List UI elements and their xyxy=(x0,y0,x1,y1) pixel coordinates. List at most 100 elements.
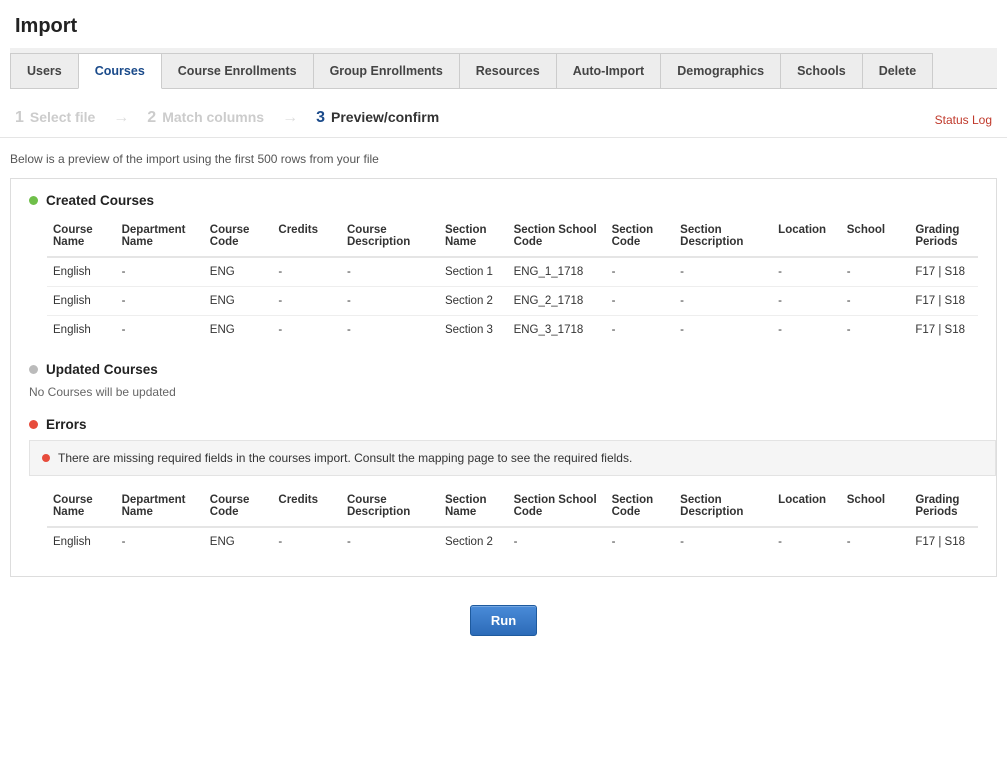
table-cell: - xyxy=(116,257,204,287)
table-cell: - xyxy=(606,527,675,556)
col-header: Credits xyxy=(272,216,341,257)
created-thead: Course NameDepartment NameCourse CodeCre… xyxy=(47,216,978,257)
table-cell: F17 | S18 xyxy=(909,287,978,316)
tab-demographics[interactable]: Demographics xyxy=(660,53,781,88)
col-header: Section School Code xyxy=(508,216,606,257)
errors-thead: Course NameDepartment NameCourse CodeCre… xyxy=(47,486,978,527)
col-header: Section Code xyxy=(606,486,675,527)
status-log-link[interactable]: Status Log xyxy=(935,113,992,127)
col-header: Department Name xyxy=(116,486,204,527)
table-cell: Section 1 xyxy=(439,257,508,287)
errors-table: Course NameDepartment NameCourse CodeCre… xyxy=(47,486,978,556)
col-header: Course Name xyxy=(47,486,116,527)
table-row: English-ENG--Section 2-----F17 | S18 xyxy=(47,527,978,556)
col-header: Course Code xyxy=(204,216,273,257)
table-cell: - xyxy=(116,287,204,316)
tab-courses[interactable]: Courses xyxy=(78,53,162,89)
preview-panel: Created Courses Course NameDepartment Na… xyxy=(10,178,997,577)
table-cell: ENG_2_1718 xyxy=(508,287,606,316)
col-header: Course Description xyxy=(341,486,439,527)
alert-dot-icon xyxy=(42,454,50,462)
table-cell: ENG_3_1718 xyxy=(508,316,606,345)
table-row: English-ENG--Section 2ENG_2_1718----F17 … xyxy=(47,287,978,316)
step-number: 3 xyxy=(316,109,325,127)
arrow-icon: → xyxy=(282,109,298,127)
col-header: Course Name xyxy=(47,216,116,257)
table-cell: - xyxy=(841,527,910,556)
tab-users[interactable]: Users xyxy=(10,53,79,88)
col-header: Credits xyxy=(272,486,341,527)
alert-text: There are missing required fields in the… xyxy=(58,451,632,465)
table-cell: ENG xyxy=(204,287,273,316)
table-cell: - xyxy=(341,316,439,345)
table-cell: ENG xyxy=(204,257,273,287)
table-cell: - xyxy=(772,527,841,556)
tab-course-enrollments[interactable]: Course Enrollments xyxy=(161,53,314,88)
errors-alert: There are missing required fields in the… xyxy=(29,440,996,476)
table-cell: - xyxy=(508,527,606,556)
col-header: Location xyxy=(772,486,841,527)
wizard-steps: 1Select file→2Match columns→3Preview/con… xyxy=(0,89,1007,138)
col-header: School xyxy=(841,486,910,527)
status-dot-errors xyxy=(29,420,38,429)
preview-subtext: Below is a preview of the import using t… xyxy=(0,138,1007,178)
step-label: Match columns xyxy=(162,109,264,125)
tab-auto-import[interactable]: Auto-Import xyxy=(556,53,662,88)
wizard-step-3: 3Preview/confirm xyxy=(316,109,439,127)
status-dot-created xyxy=(29,196,38,205)
table-cell: Section 3 xyxy=(439,316,508,345)
table-cell: - xyxy=(341,287,439,316)
col-header: Grading Periods xyxy=(909,216,978,257)
col-header: Department Name xyxy=(116,216,204,257)
table-cell: - xyxy=(606,257,675,287)
table-cell: - xyxy=(772,257,841,287)
step-number: 1 xyxy=(15,109,24,127)
table-cell: - xyxy=(841,287,910,316)
table-cell: - xyxy=(674,257,772,287)
table-cell: English xyxy=(47,316,116,345)
col-header: Course Code xyxy=(204,486,273,527)
table-cell: - xyxy=(674,316,772,345)
col-header: Section Description xyxy=(674,486,772,527)
col-header: Section Code xyxy=(606,216,675,257)
run-button[interactable]: Run xyxy=(470,605,537,636)
table-row: English-ENG--Section 3ENG_3_1718----F17 … xyxy=(47,316,978,345)
table-row: English-ENG--Section 1ENG_1_1718----F17 … xyxy=(47,257,978,287)
col-header: Section Name xyxy=(439,216,508,257)
table-cell: ENG_1_1718 xyxy=(508,257,606,287)
table-cell: - xyxy=(772,287,841,316)
tab-group-enrollments[interactable]: Group Enrollments xyxy=(313,53,460,88)
col-header: Grading Periods xyxy=(909,486,978,527)
col-header: Course Description xyxy=(341,216,439,257)
table-cell: ENG xyxy=(204,527,273,556)
table-cell: - xyxy=(272,527,341,556)
page-title: Import xyxy=(15,15,992,38)
table-cell: - xyxy=(674,287,772,316)
tab-schools[interactable]: Schools xyxy=(780,53,863,88)
table-cell: - xyxy=(116,316,204,345)
table-cell: - xyxy=(606,287,675,316)
tab-bar: UsersCoursesCourse EnrollmentsGroup Enro… xyxy=(10,48,997,89)
arrow-icon: → xyxy=(113,109,129,127)
created-table: Course NameDepartment NameCourse CodeCre… xyxy=(47,216,978,344)
col-header: School xyxy=(841,216,910,257)
created-courses-section: Created Courses Course NameDepartment Na… xyxy=(11,183,996,352)
wizard-step-1: 1 Select file xyxy=(15,109,95,127)
table-cell: Section 2 xyxy=(439,287,508,316)
table-cell: - xyxy=(341,527,439,556)
updated-note: No Courses will be updated xyxy=(29,385,978,399)
table-cell: English xyxy=(47,287,116,316)
errors-title: Errors xyxy=(46,417,87,432)
table-cell: - xyxy=(116,527,204,556)
table-cell: F17 | S18 xyxy=(909,527,978,556)
table-cell: - xyxy=(841,257,910,287)
table-cell: F17 | S18 xyxy=(909,257,978,287)
table-cell: - xyxy=(272,257,341,287)
step-label: Select file xyxy=(30,109,95,125)
table-cell: Section 2 xyxy=(439,527,508,556)
tab-delete[interactable]: Delete xyxy=(862,53,934,88)
table-cell: English xyxy=(47,257,116,287)
tab-resources[interactable]: Resources xyxy=(459,53,557,88)
status-dot-updated xyxy=(29,365,38,374)
table-cell: F17 | S18 xyxy=(909,316,978,345)
